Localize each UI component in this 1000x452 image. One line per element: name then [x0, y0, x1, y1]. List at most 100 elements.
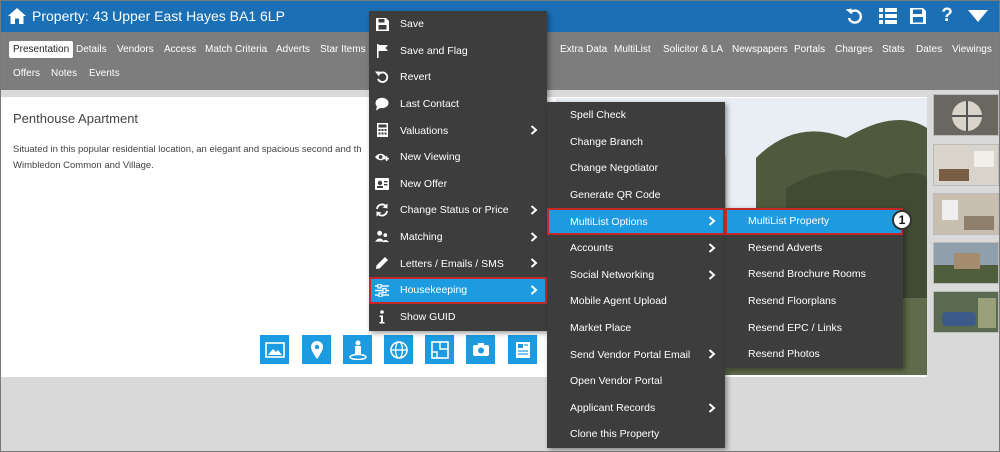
street-view-icon[interactable] [343, 335, 372, 364]
tab-offers[interactable]: Offers [9, 65, 44, 82]
thumbnail[interactable] [933, 291, 999, 333]
chevron-right-icon [530, 258, 538, 269]
flag-icon [375, 43, 389, 58]
chevron-right-icon [530, 232, 538, 242]
offer-icon [375, 177, 389, 191]
menu-item-valuations[interactable]: Valuations [369, 117, 547, 144]
menu-item-multilist-property[interactable]: MultiList Property [725, 208, 903, 235]
chevron-right-icon [530, 205, 538, 215]
menu-item-applicant-records[interactable]: Applicant Records [547, 395, 725, 422]
brochure-icon[interactable] [508, 335, 537, 364]
housekeeping-submenu: Spell Check Change Branch Change Negotia… [547, 102, 725, 448]
undo-icon[interactable] [844, 5, 866, 27]
home-icon[interactable] [7, 6, 27, 26]
refresh-icon [375, 203, 389, 217]
menu-item-housekeeping[interactable]: Housekeeping [369, 277, 547, 304]
tab-dates[interactable]: Dates [912, 41, 946, 58]
menu-item-send-vendor-portal-email[interactable]: Send Vendor Portal Email [547, 341, 725, 368]
menu-item-resend-floorplans[interactable]: Resend Floorplans [725, 288, 903, 315]
tab-access[interactable]: Access [160, 41, 200, 58]
menu-item-social-networking[interactable]: Social Networking [547, 262, 725, 289]
thumbnail[interactable] [933, 144, 999, 186]
map-pin-icon[interactable] [302, 335, 331, 364]
multilist-options-submenu: MultiList Property Resend Adverts Resend… [725, 208, 903, 368]
menu-item-change-status-or-price[interactable]: Change Status or Price [369, 197, 547, 224]
menu-item-show-guid[interactable]: Show GUID [369, 304, 547, 331]
tab-notes[interactable]: Notes [47, 65, 81, 82]
thumbnail[interactable] [933, 193, 999, 235]
menu-item-generate-qr-code[interactable]: Generate QR Code [547, 182, 725, 209]
info-icon [375, 309, 389, 324]
tab-adverts[interactable]: Adverts [272, 41, 314, 58]
tab-newspapers[interactable]: Newspapers [728, 41, 792, 58]
image-icon[interactable] [260, 335, 289, 364]
menu-item-change-branch[interactable]: Change Branch [547, 129, 725, 156]
tab-charges[interactable]: Charges [831, 41, 877, 58]
chevron-right-icon [708, 402, 716, 413]
menu-item-multilist-options[interactable]: MultiList Options [547, 208, 725, 235]
step-callout-badge: 1 [892, 210, 912, 230]
menu-item-spell-check[interactable]: Spell Check [547, 102, 725, 129]
eye-plus-icon [375, 150, 389, 164]
menu-item-change-negotiator[interactable]: Change Negotiator [547, 155, 725, 182]
menu-item-open-vendor-portal[interactable]: Open Vendor Portal [547, 368, 725, 395]
tab-multilist[interactable]: MultiList [610, 41, 655, 58]
calculator-icon [375, 123, 389, 138]
chevron-right-icon [708, 243, 716, 253]
globe-icon[interactable] [384, 335, 413, 364]
tab-extra-data[interactable]: Extra Data [556, 41, 611, 58]
menu-item-save-and-flag[interactable]: Save and Flag [369, 38, 547, 65]
save-icon[interactable] [907, 5, 929, 27]
menu-item-resend-adverts[interactable]: Resend Adverts [725, 235, 903, 262]
menu-item-save[interactable]: Save [369, 11, 547, 38]
thumbnail[interactable] [933, 242, 999, 284]
menu-item-last-contact[interactable]: Last Contact [369, 91, 547, 118]
description-line: Wimbledon Common and Village. [13, 160, 154, 171]
pencil-icon [375, 256, 389, 270]
property-description: Situated in this popular residential loc… [13, 142, 373, 174]
menu-item-letters-emails-sms[interactable]: Letters / Emails / SMS [369, 250, 547, 277]
tab-events[interactable]: Events [85, 65, 124, 82]
menu-item-new-viewing[interactable]: New Viewing [369, 144, 547, 171]
tab-details[interactable]: Details [72, 41, 111, 58]
menu-item-resend-epc-links[interactable]: Resend EPC / Links [725, 314, 903, 341]
speech-bubble-icon [375, 97, 389, 111]
tab-portals[interactable]: Portals [790, 41, 829, 58]
tab-presentation[interactable]: Presentation [9, 41, 74, 58]
thumbnail[interactable] [933, 94, 999, 136]
tab-stats[interactable]: Stats [878, 41, 909, 58]
dropdown-icon[interactable] [967, 5, 989, 27]
chevron-right-icon [708, 216, 716, 227]
menu-item-resend-photos[interactable]: Resend Photos [725, 341, 903, 368]
menu-item-market-place[interactable]: Market Place [547, 315, 725, 342]
chevron-right-icon [530, 285, 538, 295]
help-icon[interactable]: ? [936, 5, 958, 27]
tab-vendors[interactable]: Vendors [113, 41, 158, 58]
tab-viewings[interactable]: Viewings [948, 41, 996, 58]
description-line: Situated in this popular residential loc… [13, 144, 362, 155]
page-title: Property: 43 Upper East Hayes BA1 6LP [32, 8, 285, 24]
menu-item-new-offer[interactable]: New Offer [369, 171, 547, 198]
menu-item-mobile-agent-upload[interactable]: Mobile Agent Upload [547, 288, 725, 315]
menu-item-revert[interactable]: Revert [369, 64, 547, 91]
menu-item-matching[interactable]: Matching [369, 224, 547, 251]
property-heading: Penthouse Apartment [13, 111, 139, 126]
list-icon[interactable] [877, 5, 899, 27]
menu-item-clone-this-property[interactable]: Clone this Property [547, 421, 725, 448]
sliders-icon [375, 283, 389, 297]
revert-icon [375, 70, 389, 84]
people-icon [375, 230, 389, 244]
menu-item-resend-brochure-rooms[interactable]: Resend Brochure Rooms [725, 261, 903, 288]
tab-match-criteria[interactable]: Match Criteria [201, 41, 271, 58]
tab-solicitor-la[interactable]: Solicitor & LA [659, 41, 727, 58]
camera-360-icon[interactable] [466, 335, 495, 364]
chevron-right-icon [708, 349, 716, 360]
context-menu: Save Save and Flag Revert Last Contact V… [369, 11, 547, 331]
floppy-icon [375, 17, 389, 31]
chevron-right-icon [708, 269, 716, 280]
floorplan-icon[interactable] [425, 335, 454, 364]
tab-star-items[interactable]: Star Items [316, 41, 370, 58]
chevron-right-icon [530, 125, 538, 136]
menu-item-accounts[interactable]: Accounts [547, 235, 725, 262]
application-window: Property: 43 Upper East Hayes BA1 6LP ? … [0, 0, 1000, 452]
